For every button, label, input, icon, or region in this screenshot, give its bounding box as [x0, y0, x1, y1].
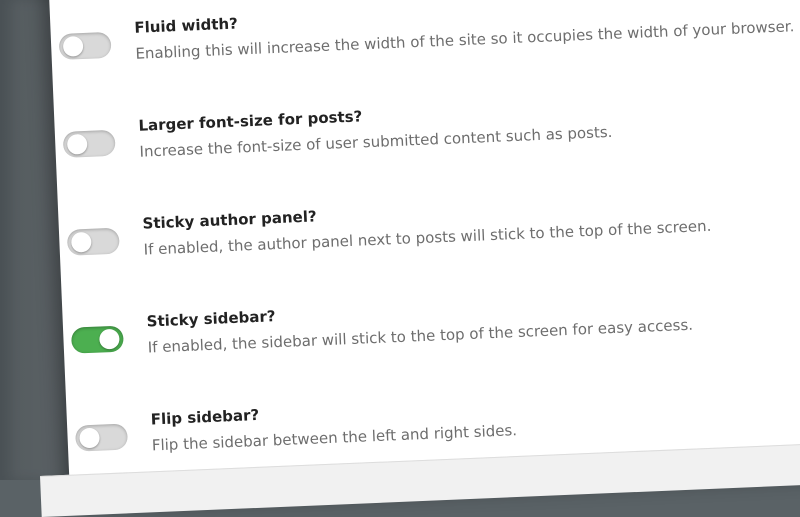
toggle-knob [98, 328, 120, 350]
larger-font-size-toggle[interactable] [62, 129, 116, 158]
toggle-knob [62, 35, 84, 57]
sticky-author-panel-toggle[interactable] [66, 227, 120, 256]
settings-list: Fluid width? Enabling this will increase… [58, 0, 800, 510]
toggle-knob [79, 427, 100, 449]
toggle-knob [66, 133, 88, 155]
toggle-knob [70, 231, 92, 253]
sticky-sidebar-toggle[interactable] [70, 325, 124, 354]
fluid-width-toggle[interactable] [58, 31, 112, 60]
flip-sidebar-toggle[interactable] [75, 423, 129, 452]
